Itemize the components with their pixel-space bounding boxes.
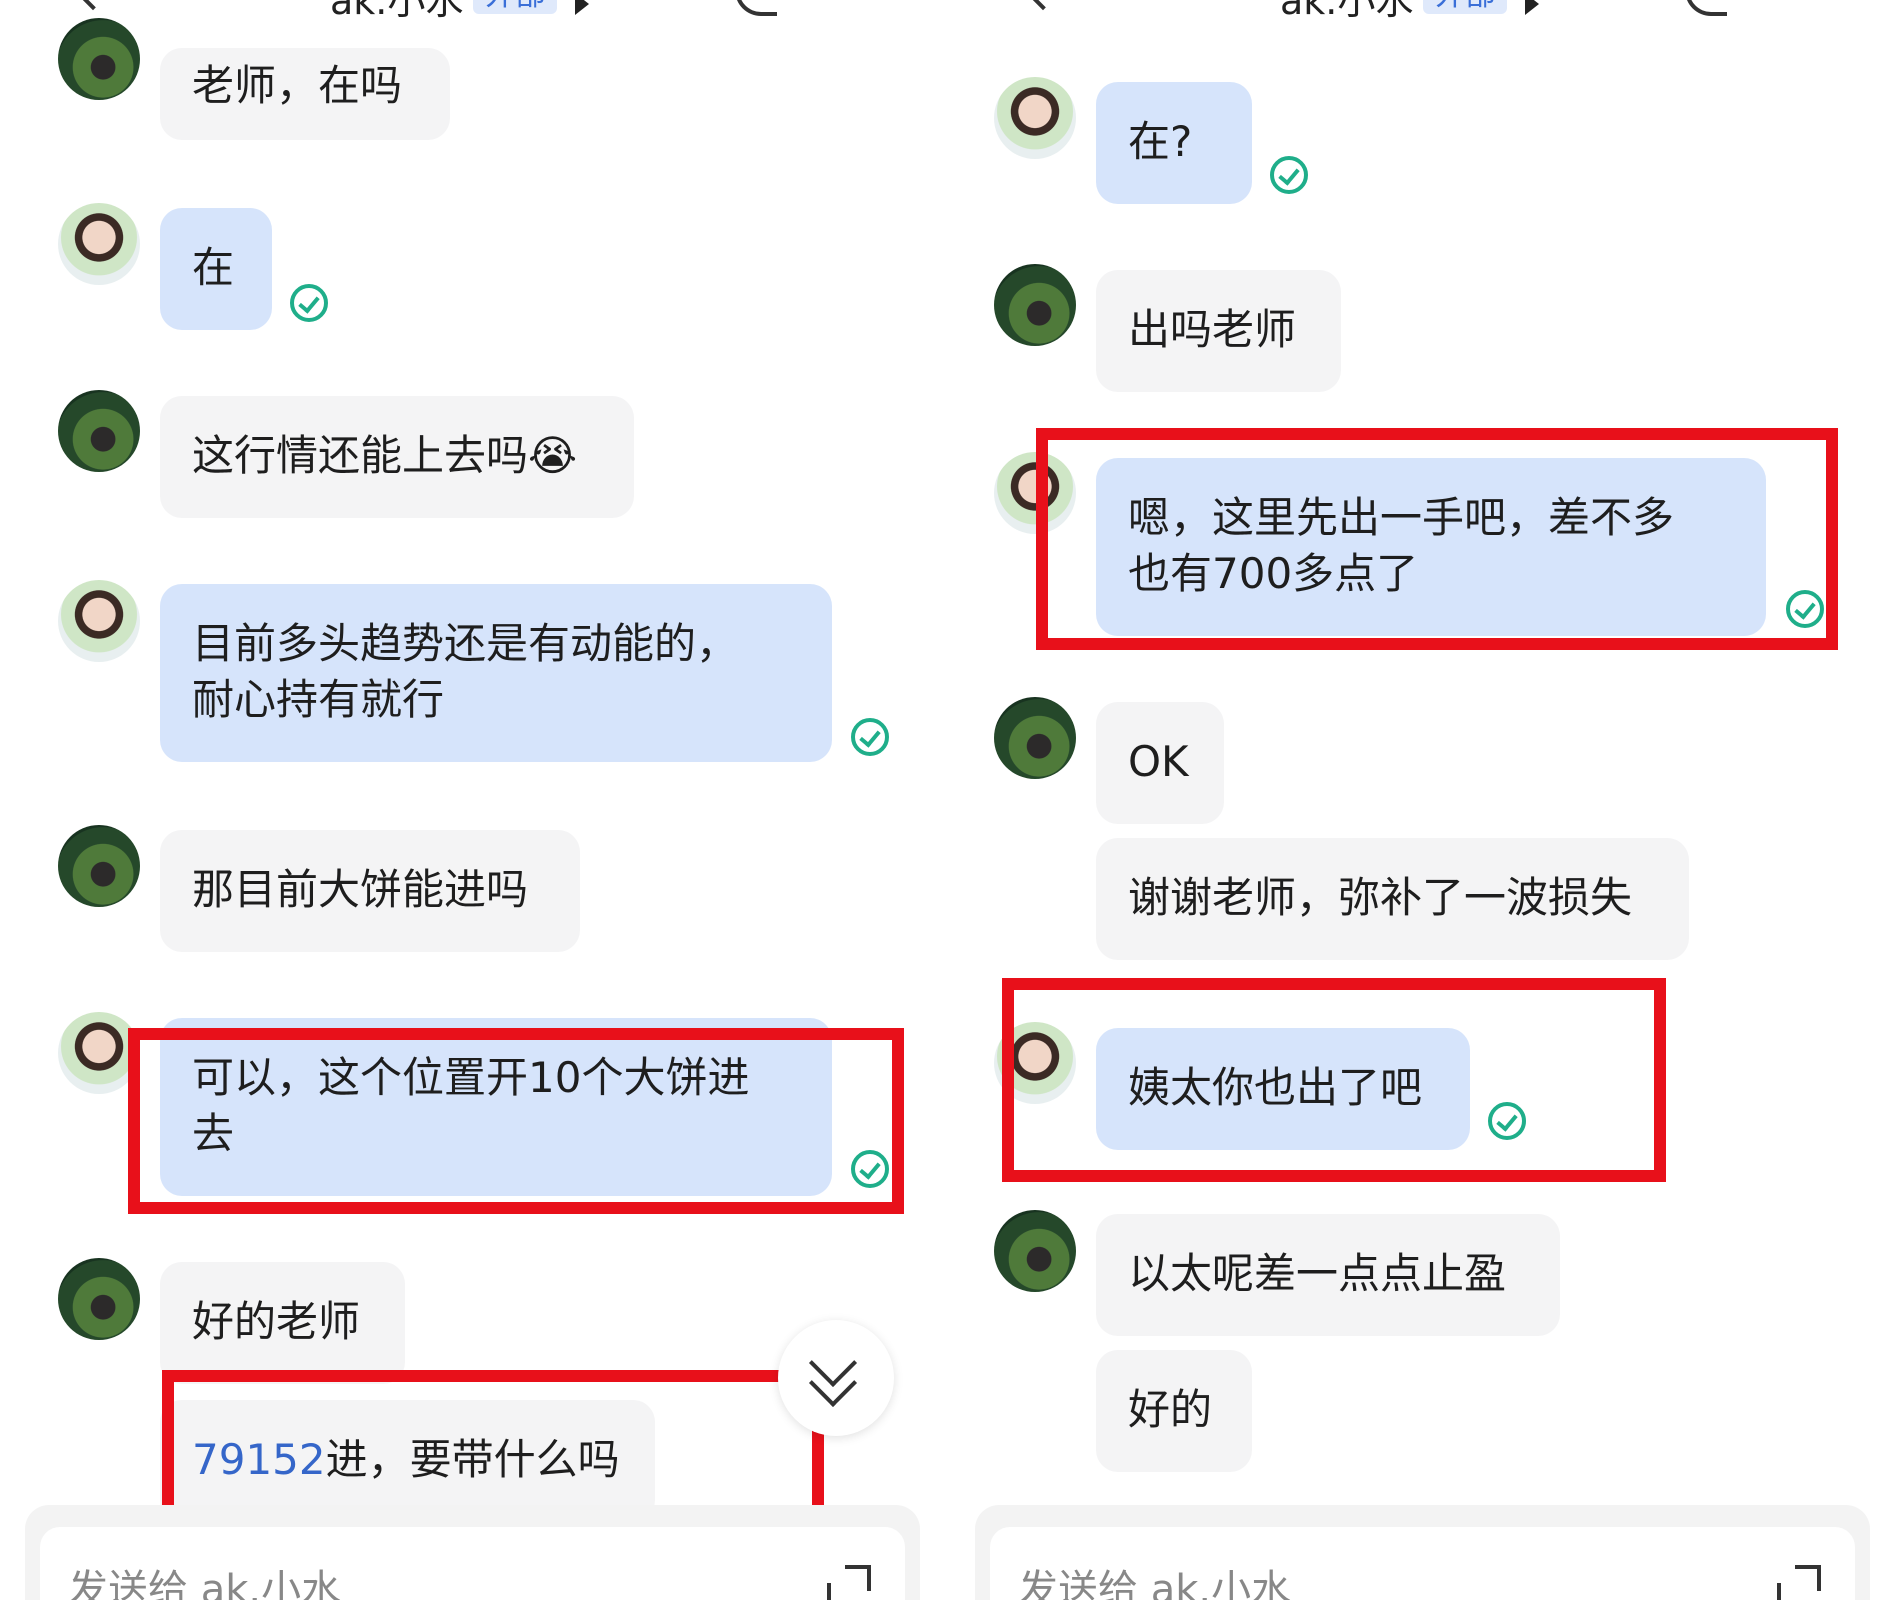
phone-icon[interactable]	[735, 0, 777, 16]
chat-header: ak.小水外部 ···	[950, 0, 1895, 24]
scroll-to-bottom-button[interactable]	[778, 1320, 894, 1436]
message-bubble: 好的	[1096, 1350, 1252, 1472]
avatar[interactable]	[994, 1210, 1076, 1292]
back-arrow-icon[interactable]	[71, 0, 115, 11]
avatar[interactable]	[58, 580, 140, 662]
input-placeholder: 发送给 ak.小水	[1018, 1567, 1292, 1600]
chat-title: ak.小水外部	[330, 0, 590, 25]
message-bubble: 以太呢差一点点止盈	[1096, 1214, 1560, 1336]
chat-header: ak.小水外部 ···	[0, 0, 945, 24]
avatar[interactable]	[58, 825, 140, 907]
avatar[interactable]	[58, 203, 140, 285]
highlight-box	[128, 1028, 904, 1214]
phone-icon[interactable]	[1685, 0, 1727, 16]
message-bubble: 好的老师	[160, 1262, 405, 1384]
avatar[interactable]	[58, 390, 140, 472]
input-bar: 发送给 ak.小水	[975, 1505, 1870, 1600]
message-bubble: 老师，在吗	[160, 48, 450, 140]
avatar[interactable]	[994, 697, 1076, 779]
highlight-box	[1036, 428, 1838, 650]
back-arrow-icon[interactable]	[1021, 0, 1065, 11]
message-bubble: OK	[1096, 702, 1224, 824]
input-placeholder: 发送给 ak.小水	[68, 1567, 342, 1600]
caret-right-icon[interactable]	[575, 0, 590, 15]
message-bubble: 目前多头趋势还是有动能的， 耐心持有就行	[160, 584, 832, 762]
chat-title: ak.小水外部	[1280, 0, 1540, 25]
external-tag: 外部	[1423, 0, 1508, 14]
message-bubble: 在	[160, 208, 272, 330]
avatar[interactable]	[58, 1258, 140, 1340]
more-icon[interactable]: ···	[840, 0, 898, 18]
message-bubble: 出吗老师	[1096, 270, 1341, 392]
message-bubble: 这行情还能上去吗😭	[160, 396, 634, 518]
expand-icon[interactable]	[1777, 1565, 1821, 1600]
message-input[interactable]: 发送给 ak.小水	[990, 1527, 1855, 1600]
chat-panel-left: ak.小水外部 ··· 老师，在吗 在 这行情还能上去吗😭 目前多头趋势还是有动…	[0, 0, 945, 1600]
caret-right-icon[interactable]	[1525, 0, 1540, 15]
avatar[interactable]	[58, 18, 140, 100]
expand-icon[interactable]	[827, 1565, 871, 1600]
chat-panel-right: ak.小水外部 ··· 在? 出吗老师 嗯，这里先出一手吧，差不多 也有700多…	[950, 0, 1895, 1600]
read-check-icon	[851, 718, 889, 756]
input-bar: 发送给 ak.小水	[25, 1505, 920, 1600]
external-tag: 外部	[473, 0, 558, 14]
message-bubble: 谢谢老师，弥补了一波损失	[1096, 838, 1689, 960]
read-check-icon	[1270, 156, 1308, 194]
message-bubble: 那目前大饼能进吗	[160, 830, 580, 952]
message-bubble: 在?	[1096, 82, 1252, 204]
highlight-box	[1002, 978, 1666, 1182]
read-check-icon	[290, 284, 328, 322]
avatar[interactable]	[994, 264, 1076, 346]
more-icon[interactable]: ···	[1790, 0, 1848, 18]
message-input[interactable]: 发送给 ak.小水	[40, 1527, 905, 1600]
avatar[interactable]	[994, 77, 1076, 159]
